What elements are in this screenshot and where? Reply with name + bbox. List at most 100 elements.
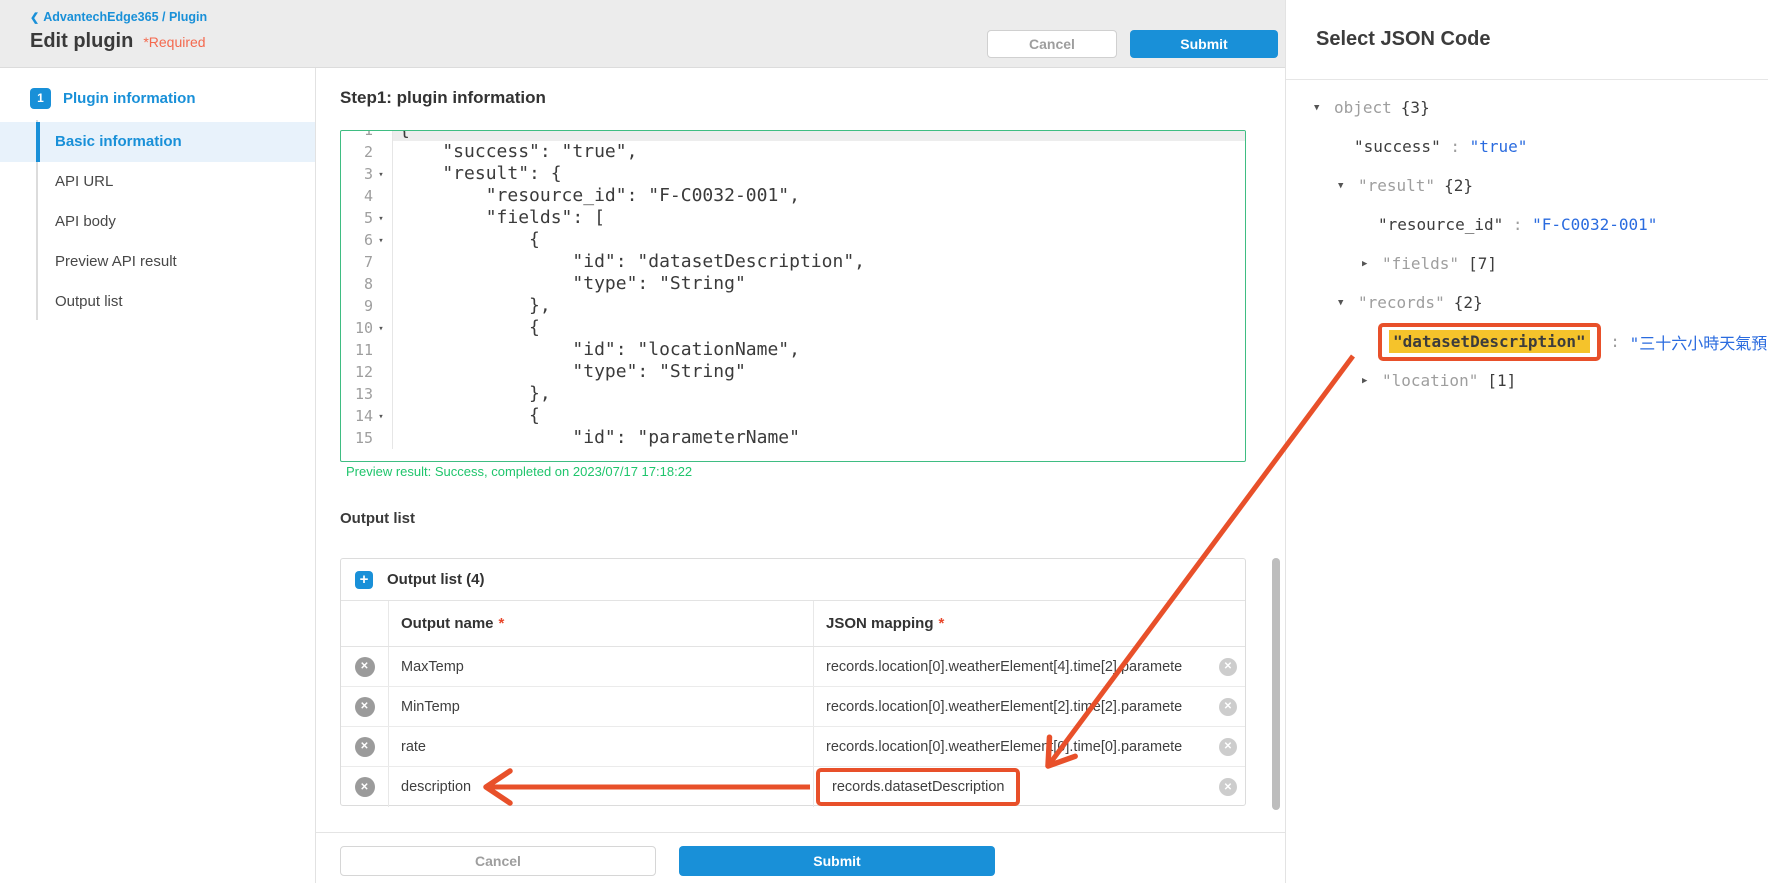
collapse-icon[interactable]: ▼ xyxy=(1338,298,1358,308)
delete-row-button[interactable]: ✕ xyxy=(354,777,375,797)
required-asterisk: * xyxy=(498,615,505,632)
bottom-cancel-button[interactable]: Cancel xyxy=(340,846,656,876)
line-number: 11 xyxy=(354,341,373,359)
editor-line: 10 ▾ { xyxy=(341,317,1245,339)
sidebar-item-api-body[interactable]: API body xyxy=(0,202,315,242)
json-mapping-cell[interactable]: records.location[0].weatherElement[2].ti… xyxy=(814,687,1245,726)
editor-gutter: 4 xyxy=(341,185,393,207)
output-name-cell[interactable]: MaxTemp xyxy=(389,647,814,686)
header-submit-button[interactable]: Submit xyxy=(1130,30,1278,58)
code-text: "id": "parameterName" xyxy=(399,427,800,448)
header-cancel-button[interactable]: Cancel xyxy=(987,30,1117,58)
sidebar-item-plugin-information[interactable]: 1 Plugin information xyxy=(30,84,315,112)
main-content: Step1: plugin information 1{2 "success":… xyxy=(316,68,1285,883)
line-number: 5 xyxy=(363,209,373,227)
editor-gutter: 6 ▾ xyxy=(341,229,393,251)
bottom-submit-button[interactable]: Submit xyxy=(679,846,995,876)
row-actions-cell: ✕ xyxy=(341,767,389,807)
output-name-cell[interactable]: description xyxy=(389,767,814,807)
editor-line: 11 "id": "locationName", xyxy=(341,339,1245,361)
json-panel: Select JSON Code ▼ object {3} "success" : "… xyxy=(1285,0,1768,883)
expand-icon[interactable]: ▶ xyxy=(1362,259,1382,269)
footer-divider xyxy=(316,832,1285,833)
page-title: Edit plugin xyxy=(30,30,134,52)
clear-mapping-button[interactable]: ✕ xyxy=(1219,737,1237,756)
line-number: 7 xyxy=(363,253,373,271)
fold-arrow-icon[interactable]: ▾ xyxy=(373,405,389,427)
code-editor[interactable]: 1{2 "success": "true",3▾ "result": {4 "r… xyxy=(340,130,1246,462)
line-number: 2 xyxy=(363,143,373,161)
tree-key: object xyxy=(1334,98,1392,117)
sidebar-item-api-url[interactable]: API URL xyxy=(0,162,315,202)
line-number: 4 xyxy=(363,187,373,205)
tree-key: "location" xyxy=(1382,371,1479,390)
expand-icon[interactable]: ▶ xyxy=(1362,376,1382,386)
row-actions-cell: ✕ xyxy=(341,687,389,726)
editor-gutter: 2 xyxy=(341,141,393,163)
code-text: "type": "String" xyxy=(399,273,746,294)
delete-row-button[interactable]: ✕ xyxy=(354,736,375,757)
editor-line: 3 ▾ "result": { xyxy=(341,163,1245,185)
delete-row-button[interactable]: ✕ xyxy=(354,696,375,717)
json-mapping-cell[interactable]: records.location[0].weatherElement[4].ti… xyxy=(814,647,1245,686)
top-header: ❮ AdvantechEdge365 / Plugin Edit plugin *… xyxy=(0,0,1285,68)
code-text: }, xyxy=(399,383,551,404)
add-output-button[interactable]: + xyxy=(355,570,373,589)
tree-count: {2} xyxy=(1444,176,1473,195)
json-mapping-value: records.datasetDescription xyxy=(832,779,1005,795)
edit-plugin-page: ❮ AdvantechEdge365 / Plugin Edit plugin *… xyxy=(0,0,1768,883)
required-asterisk: * xyxy=(938,615,945,632)
json-panel-title: Select JSON Code xyxy=(1316,28,1491,50)
output-list-title: Output list (4) xyxy=(387,571,485,588)
line-number: 15 xyxy=(354,429,373,447)
fold-arrow-icon[interactable]: ▾ xyxy=(373,229,389,251)
tree-row: "resource_id" : "F-C0032-001" xyxy=(1286,205,1768,244)
editor-line: 5 ▾ "fields": [ xyxy=(341,207,1245,229)
sidebar-item-preview-api-result[interactable]: Preview API result xyxy=(0,242,315,282)
preview-result-text: Preview result: Success, completed on 20… xyxy=(346,464,693,479)
vertical-scrollbar[interactable] xyxy=(1272,558,1280,810)
tree-key: "success" xyxy=(1354,137,1441,156)
tree-count: [1] xyxy=(1487,371,1517,390)
json-mapping-header-label: JSON mapping xyxy=(826,615,934,632)
json-mapping-cell[interactable]: records.location[0].weatherElement[0].ti… xyxy=(814,727,1245,766)
editor-gutter: 12 xyxy=(341,361,393,383)
output-list-card: + Output list (4) Output name * JSON map… xyxy=(340,558,1246,807)
editor-gutter: 14 ▾ xyxy=(341,405,393,427)
code-text: "success": "true", xyxy=(399,141,638,162)
json-mapping-cell[interactable]: records.datasetDescription ✕ xyxy=(814,767,1245,807)
fold-arrow-icon[interactable]: ▾ xyxy=(373,207,389,229)
breadcrumb-label: AdvantechEdge365 / Plugin xyxy=(43,10,208,24)
delete-row-button[interactable]: ✕ xyxy=(354,656,375,677)
editor-line: 7 "id": "datasetDescription", xyxy=(341,251,1245,273)
collapse-icon[interactable]: ▼ xyxy=(1338,181,1358,191)
fold-arrow-icon[interactable]: ▾ xyxy=(373,163,389,185)
output-card-title-row: + Output list (4) xyxy=(341,559,1245,601)
clear-mapping-button[interactable]: ✕ xyxy=(1219,697,1237,716)
collapse-icon[interactable]: ▼ xyxy=(1314,103,1334,113)
row-actions-cell: ✕ xyxy=(341,647,389,686)
tree-value: "三十六小時天氣預報" xyxy=(1629,333,1768,353)
table-row: ✕ MaxTemp records.location[0].weatherEleme… xyxy=(341,647,1245,687)
output-list-label: Output list xyxy=(340,510,415,527)
line-number: 13 xyxy=(354,385,373,403)
editor-line: 14 ▾ { xyxy=(341,405,1245,427)
section-title: Step1: plugin information xyxy=(340,88,546,107)
code-text: { xyxy=(399,229,540,250)
output-name-cell[interactable]: MinTemp xyxy=(389,687,814,726)
sidebar: 1 Plugin information Basic information AP… xyxy=(0,68,316,883)
output-name-cell[interactable]: rate xyxy=(389,727,814,766)
code-text: { xyxy=(399,317,540,338)
clear-mapping-button[interactable]: ✕ xyxy=(1219,657,1237,676)
sidebar-item-basic-information[interactable]: Basic information xyxy=(0,122,315,162)
breadcrumb[interactable]: ❮ AdvantechEdge365 / Plugin xyxy=(30,10,207,24)
editor-line: 2 "success": "true", xyxy=(341,141,1245,163)
fold-arrow-icon[interactable]: ▾ xyxy=(373,317,389,339)
tree-key: "fields" xyxy=(1382,254,1460,273)
clear-mapping-button[interactable]: ✕ xyxy=(1219,778,1237,796)
sidebar-item-output-list[interactable]: Output list xyxy=(0,282,315,322)
